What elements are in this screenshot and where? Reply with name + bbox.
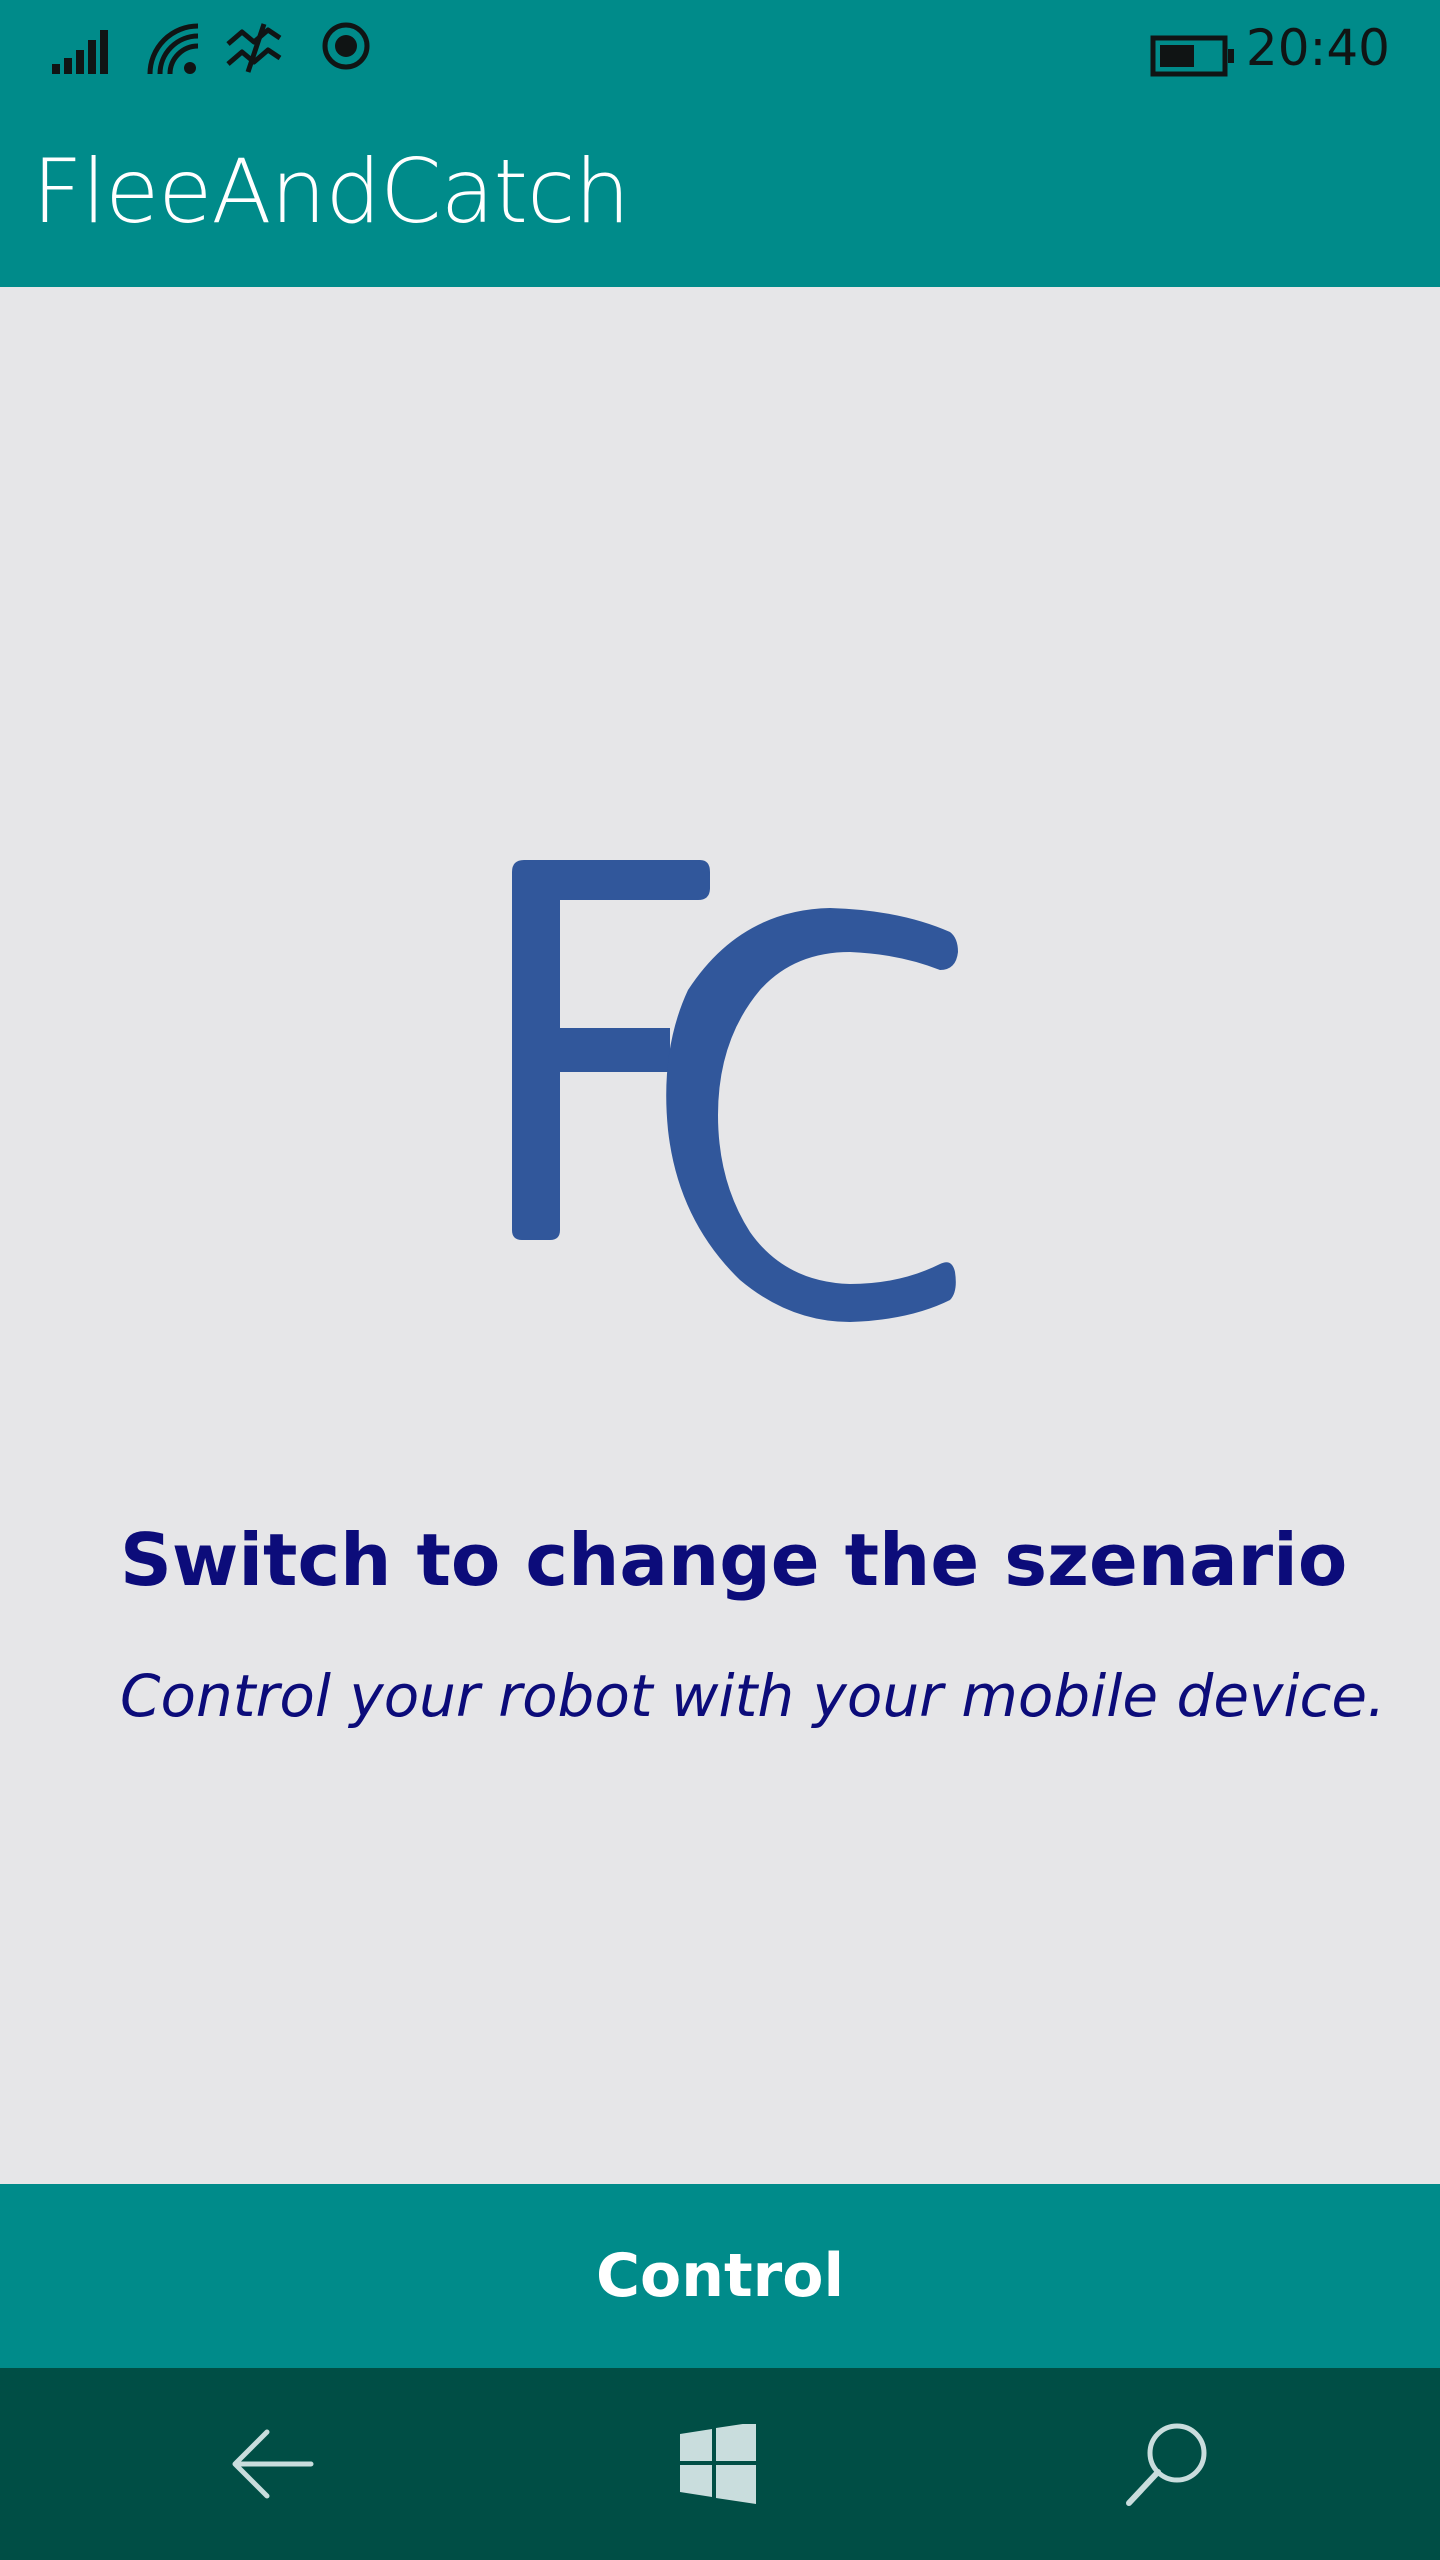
app-title: FleeAndCatch — [32, 140, 630, 243]
navigation-bar — [0, 2368, 1440, 2560]
status-bar: 20:40 — [0, 0, 1440, 96]
control-button-label: Control — [595, 2241, 845, 2311]
wifi-icon — [147, 23, 199, 75]
page-subheading: Control your robot with your mobile devi… — [120, 1662, 1386, 1730]
status-time: 20:40 — [1245, 19, 1390, 77]
back-button[interactable] — [216, 2408, 328, 2520]
windows-start-icon — [680, 2424, 756, 2504]
app-logo — [512, 860, 958, 1322]
logo-letter-c — [666, 908, 958, 1322]
search-button[interactable] — [1112, 2408, 1224, 2520]
app-screen: 20:40 FleeAndCatch Switch to change the … — [0, 0, 1440, 2560]
data-sense-icon — [226, 23, 282, 73]
search-icon — [1126, 2423, 1207, 2506]
signal-strength-icon — [52, 30, 108, 74]
battery-icon — [1150, 35, 1234, 77]
title-bar: FleeAndCatch — [0, 96, 1440, 287]
start-button[interactable] — [662, 2408, 774, 2520]
page-heading: Switch to change the szenario — [120, 1518, 1348, 1602]
location-icon — [322, 22, 370, 70]
back-arrow-icon — [232, 2429, 314, 2499]
control-button[interactable]: Control — [0, 2184, 1440, 2368]
